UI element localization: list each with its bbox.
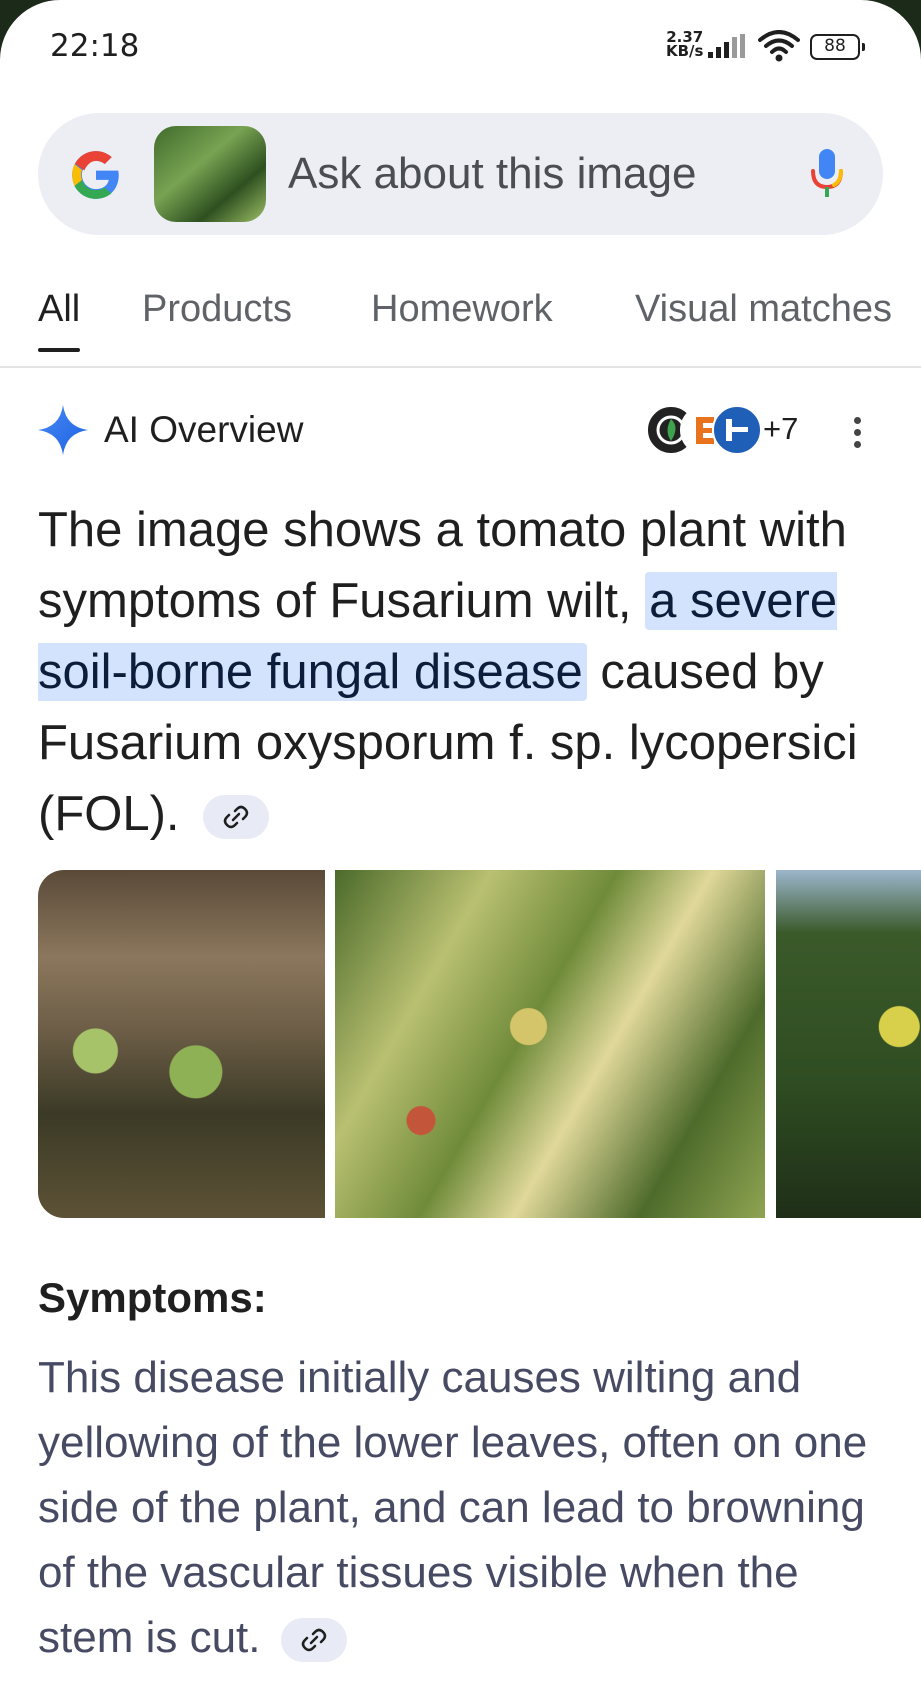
more-options-icon[interactable] xyxy=(854,417,864,451)
tab-homework[interactable]: Homework xyxy=(371,288,553,331)
ai-overview-text: The image shows a tomato plant with symp… xyxy=(38,495,888,850)
source-link-chip[interactable] xyxy=(203,795,270,840)
status-bar: 22:18 2.37 KB/s 88 xyxy=(0,0,921,90)
symptoms-heading: Symptoms: xyxy=(38,1274,267,1321)
result-image[interactable] xyxy=(335,870,765,1218)
more-sources-count[interactable]: +7 xyxy=(763,411,798,447)
ai-overview-title: AI Overview xyxy=(104,409,304,450)
mic-icon[interactable] xyxy=(810,149,844,199)
link-icon xyxy=(223,805,249,829)
network-speed-unit: KB/s xyxy=(666,42,704,60)
result-image[interactable] xyxy=(776,870,921,1218)
search-tabs: All Products Homework Visual matches xyxy=(0,280,921,368)
tab-products[interactable]: Products xyxy=(142,288,292,331)
symptoms-body: This disease initially causes wilting an… xyxy=(38,1353,868,1662)
image-thumbnail[interactable] xyxy=(154,126,266,222)
signal-icon xyxy=(708,34,745,58)
search-bar[interactable] xyxy=(38,113,883,235)
network-speed: 2.37 KB/s xyxy=(666,30,704,60)
tab-visual-matches[interactable]: Visual matches xyxy=(635,288,892,331)
status-time: 22:18 xyxy=(50,28,140,64)
symptoms-text: This disease initially causes wilting an… xyxy=(38,1345,888,1670)
search-input[interactable] xyxy=(288,143,758,205)
source-favicons[interactable] xyxy=(646,405,766,455)
gemini-spark-icon xyxy=(38,405,88,455)
phone-screen: 22:18 2.37 KB/s 88 Ask about this image … xyxy=(0,0,921,1698)
result-image[interactable] xyxy=(38,870,325,1218)
ai-overview-header: AI Overview +7 xyxy=(38,405,888,455)
tab-all[interactable]: All xyxy=(38,288,81,352)
link-icon xyxy=(301,1629,326,1652)
source-link-chip[interactable] xyxy=(280,1618,347,1663)
source-favicon xyxy=(712,405,762,455)
wifi-icon xyxy=(758,30,800,62)
battery-indicator: 88 xyxy=(810,34,865,60)
google-g-icon xyxy=(72,151,119,199)
image-carousel[interactable] xyxy=(38,870,921,1218)
